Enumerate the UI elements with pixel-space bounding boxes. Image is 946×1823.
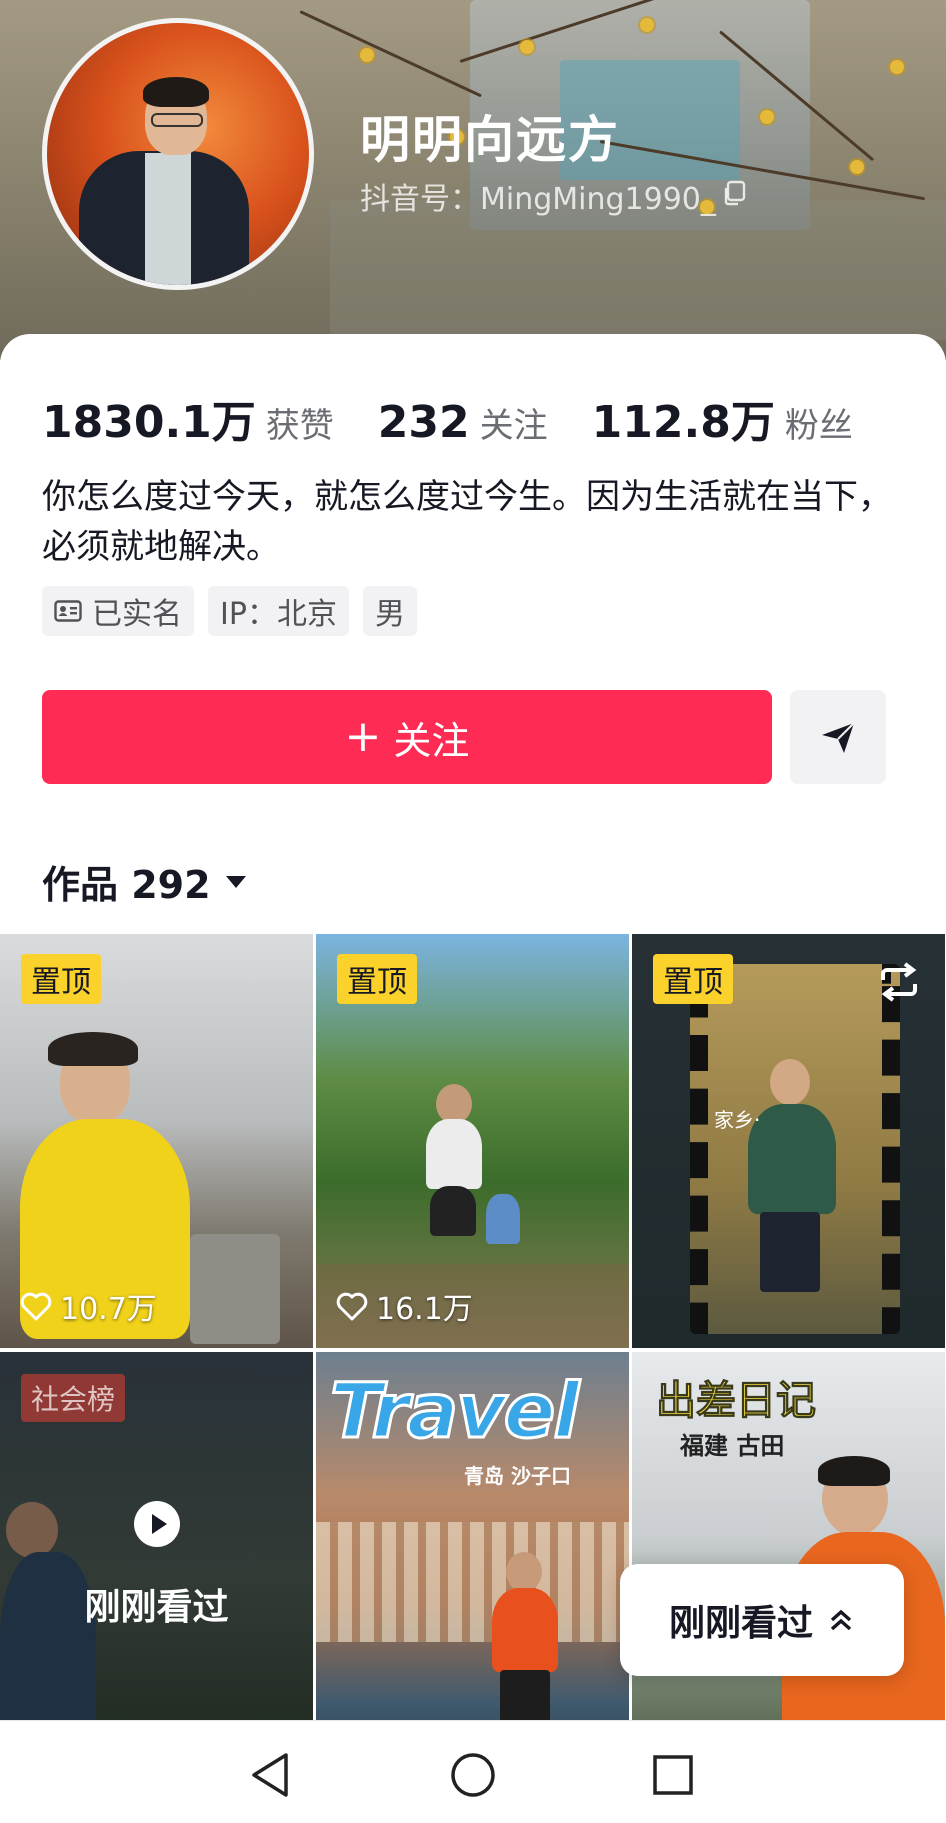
tile-overlay-text: 家乡·	[714, 1108, 761, 1132]
follow-button[interactable]: + 关注	[42, 690, 772, 784]
stat-followers[interactable]: 112.8万 粉丝	[592, 386, 853, 450]
stat-following-value: 232	[377, 397, 470, 448]
pinned-badge: 置顶	[337, 954, 417, 1004]
gender-tag: 男	[362, 586, 417, 636]
video-tile[interactable]: 家乡· 置顶	[632, 934, 945, 1348]
video-tile[interactable]: Travel 青岛 沙子口	[316, 1352, 629, 1766]
heart-icon	[336, 1292, 368, 1321]
video-tile[interactable]: 置顶 10.7万	[0, 934, 313, 1348]
stat-likes-label: 获赞	[265, 406, 334, 446]
ip-tag-label: IP：北京	[220, 597, 337, 632]
tile-filmstrip: 家乡·	[690, 964, 900, 1334]
tile-child	[486, 1194, 520, 1244]
works-tab[interactable]: 作品 292	[42, 854, 247, 909]
flower	[520, 40, 534, 54]
tile-person-jacket	[748, 1104, 836, 1214]
background-wall	[330, 200, 946, 340]
repost-icon	[881, 962, 917, 1002]
video-tile-just-watched[interactable]: 社会榜 刚刚看过	[0, 1352, 313, 1766]
tile-person-jacket	[492, 1588, 558, 1672]
pinned-badge: 置顶	[653, 954, 733, 1004]
tile-person-pants	[760, 1212, 820, 1292]
bio: 你怎么度过今天，就怎么度过今生。因为生活就在当下，必须就地解决。	[42, 477, 892, 567]
avatar-person-hair	[143, 77, 209, 107]
like-count-value: 16.1万	[376, 1292, 473, 1327]
works-tab-label: 作品 292	[42, 863, 211, 907]
profile-header-background: 明明向远方 抖音号：MingMing1990_	[0, 0, 946, 360]
like-count-value: 10.7万	[60, 1292, 157, 1327]
flower	[890, 60, 904, 74]
tile-person-shirt	[426, 1119, 482, 1189]
tile-person-hair	[818, 1456, 890, 1486]
tile-person-shorts	[430, 1186, 476, 1236]
ip-tag: IP：北京	[208, 586, 349, 636]
stat-followers-label: 粉丝	[784, 406, 853, 446]
stat-following[interactable]: 232 关注	[378, 397, 548, 448]
flower	[360, 48, 374, 62]
like-count: 10.7万	[20, 1284, 157, 1328]
nav-back-icon	[252, 1753, 288, 1797]
pinned-badge: 置顶	[21, 954, 101, 1004]
id-card-icon	[54, 600, 82, 622]
flower	[640, 18, 654, 32]
stat-likes-value: 1830.1万	[42, 397, 256, 448]
tile-town	[316, 1522, 629, 1642]
verified-tag[interactable]: 已实名	[42, 586, 194, 636]
just-watched-popup[interactable]: 刚刚看过	[620, 1564, 904, 1676]
nav-home-button[interactable]	[443, 1745, 503, 1805]
gender-tag-label: 男	[374, 597, 405, 632]
just-watched-popup-label: 刚刚看过	[668, 1603, 813, 1644]
heart-icon	[20, 1292, 52, 1321]
stat-following-label: 关注	[479, 406, 548, 446]
stat-likes[interactable]: 1830.1万 获赞	[42, 386, 334, 450]
stat-followers-value: 112.8万	[591, 397, 775, 448]
stats-row: 1830.1万 获赞 232 关注 112.8万 粉丝	[42, 386, 897, 450]
flower	[850, 160, 864, 174]
avatar-person-glasses	[151, 113, 203, 127]
display-name: 明明向远方	[360, 111, 620, 169]
tile-person-hair	[48, 1032, 138, 1066]
tile-stone-pillar	[190, 1234, 280, 1344]
diary-title: 出差日记	[656, 1378, 817, 1425]
douyin-id: 抖音号：MingMing1990_	[360, 182, 716, 217]
just-watched-label: 刚刚看过	[84, 1587, 229, 1628]
nav-recents-button[interactable]	[643, 1745, 703, 1805]
avatar-person-shirt	[145, 153, 191, 285]
video-tile[interactable]: 出差日记 福建 古田	[632, 1352, 945, 1766]
like-count: 16.1万	[336, 1284, 473, 1328]
nav-recents-icon	[653, 1755, 693, 1795]
chevron-up-icon	[830, 1609, 852, 1631]
verified-tag-label: 已实名	[92, 597, 182, 632]
nav-back-button[interactable]	[240, 1745, 300, 1805]
profile-tags: 已实名 IP：北京 男	[42, 586, 431, 636]
nav-home-icon	[451, 1753, 495, 1797]
system-nav-bar	[0, 1720, 946, 1823]
travel-subtitle: 青岛 沙子口	[464, 1464, 571, 1488]
plus-icon: +	[344, 711, 382, 762]
branch	[299, 10, 482, 98]
tile-person-head	[770, 1059, 810, 1105]
follow-button-label: 关注	[393, 718, 470, 763]
flower	[760, 110, 774, 124]
travel-title: Travel	[328, 1365, 580, 1457]
tile-person-head	[436, 1084, 472, 1124]
caret-down-icon	[225, 875, 246, 888]
avatar[interactable]	[42, 18, 314, 290]
play-icon	[134, 1501, 180, 1547]
share-button[interactable]	[790, 690, 886, 784]
diary-subtitle: 福建 古田	[680, 1432, 785, 1460]
rank-badge: 社会榜	[21, 1374, 126, 1422]
video-tile[interactable]: 置顶 16.1万	[316, 934, 629, 1348]
copy-icon[interactable]	[722, 180, 748, 206]
send-icon	[822, 722, 855, 753]
tile-person-head	[506, 1552, 542, 1592]
